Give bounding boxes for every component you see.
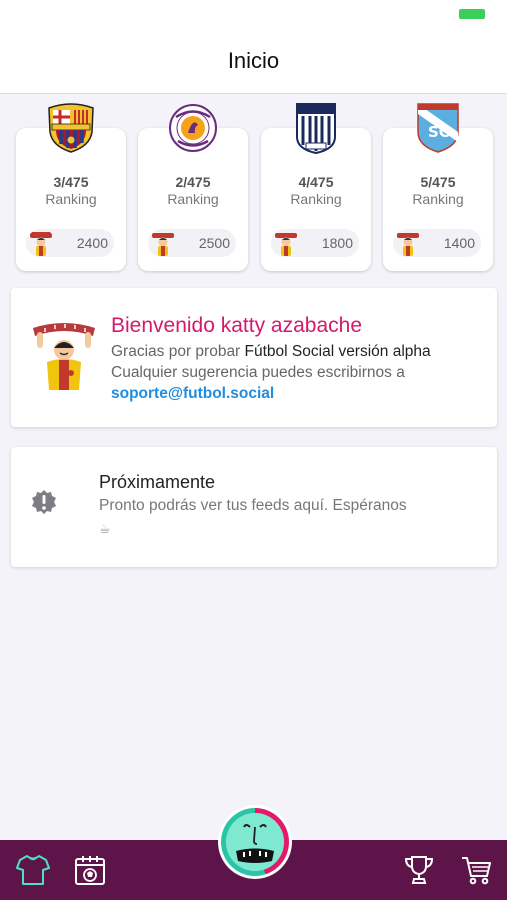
welcome-text-2: Cualquier sugerencia puedes escribirnos … — [111, 364, 405, 381]
fan-icon — [150, 229, 176, 257]
team-points-badge: 1800 — [271, 229, 359, 257]
sporting-cristal-crest-icon: SC — [412, 102, 464, 154]
upcoming-card: Próximamente Pronto podrás ver tus feeds… — [11, 447, 497, 567]
welcome-text-1: Gracias por probar — [111, 343, 245, 360]
team-card-3[interactable]: 4/475 Ranking 1800 — [261, 103, 371, 271]
team-ranking-label: Ranking — [45, 191, 97, 207]
inti-gas-crest-icon — [167, 102, 219, 154]
fc-barcelona-crest-icon — [45, 102, 97, 154]
calendar-ball-icon[interactable] — [70, 850, 110, 890]
alert-badge-icon — [31, 489, 57, 515]
team-position: 4/475 — [298, 174, 334, 190]
team-position: 2/475 — [175, 174, 211, 190]
jersey-icon[interactable] — [13, 850, 53, 890]
app-name: Fútbol Social versión alpha — [244, 343, 431, 360]
alianza-lima-crest-icon — [290, 102, 342, 155]
team-points: 2500 — [198, 235, 230, 251]
mascot-avatar — [226, 813, 284, 871]
fan-icon — [395, 229, 421, 257]
team-points: 1800 — [321, 235, 353, 251]
team-ranking-label: Ranking — [290, 191, 342, 207]
top-header: Inicio — [0, 28, 507, 94]
support-email-link[interactable]: soporte@futbol.social — [111, 385, 274, 402]
status-bar — [0, 0, 507, 28]
team-points-badge: 1400 — [393, 229, 481, 257]
cart-icon[interactable] — [457, 850, 497, 890]
welcome-card: Bienvenido katty azabache Gracias por pr… — [11, 288, 497, 427]
page-title: Inicio — [227, 47, 280, 73]
team-ranking-label: Ranking — [167, 191, 219, 207]
upcoming-message: Pronto podrás ver tus feeds aquí. Espéra… — [99, 497, 407, 514]
team-card-1[interactable]: 3/475 Ranking 2400 — [16, 103, 126, 271]
fan-scarf-icon — [31, 318, 97, 390]
team-position: 3/475 — [53, 174, 89, 190]
team-card-4[interactable]: SC 5/475 Ranking 1400 — [383, 103, 493, 271]
team-position: 5/475 — [420, 174, 456, 190]
battery-icon — [459, 9, 485, 19]
team-card-2[interactable]: 2/475 Ranking 2500 — [138, 104, 248, 271]
upcoming-title: Próximamente — [99, 472, 216, 492]
welcome-title: Bienvenido katty azabache — [111, 314, 363, 337]
trophy-icon[interactable] — [399, 850, 439, 890]
fan-icon — [273, 229, 299, 257]
team-points-badge: 2500 — [148, 229, 236, 257]
team-points-badge: 2400 — [26, 229, 114, 257]
coffee-icon: ☕ — [99, 521, 111, 536]
center-mascot-button[interactable] — [218, 805, 292, 879]
team-points: 2400 — [76, 235, 108, 251]
welcome-message: Gracias por probar Fútbol Social versión… — [111, 341, 451, 404]
team-points: 1400 — [443, 235, 475, 251]
fan-icon — [28, 229, 54, 257]
team-rankings: 3/475 Ranking 2400 2/475 Ranking 2500 4/… — [16, 100, 496, 272]
svg-text:SC: SC — [428, 123, 450, 141]
team-ranking-label: Ranking — [412, 191, 464, 207]
